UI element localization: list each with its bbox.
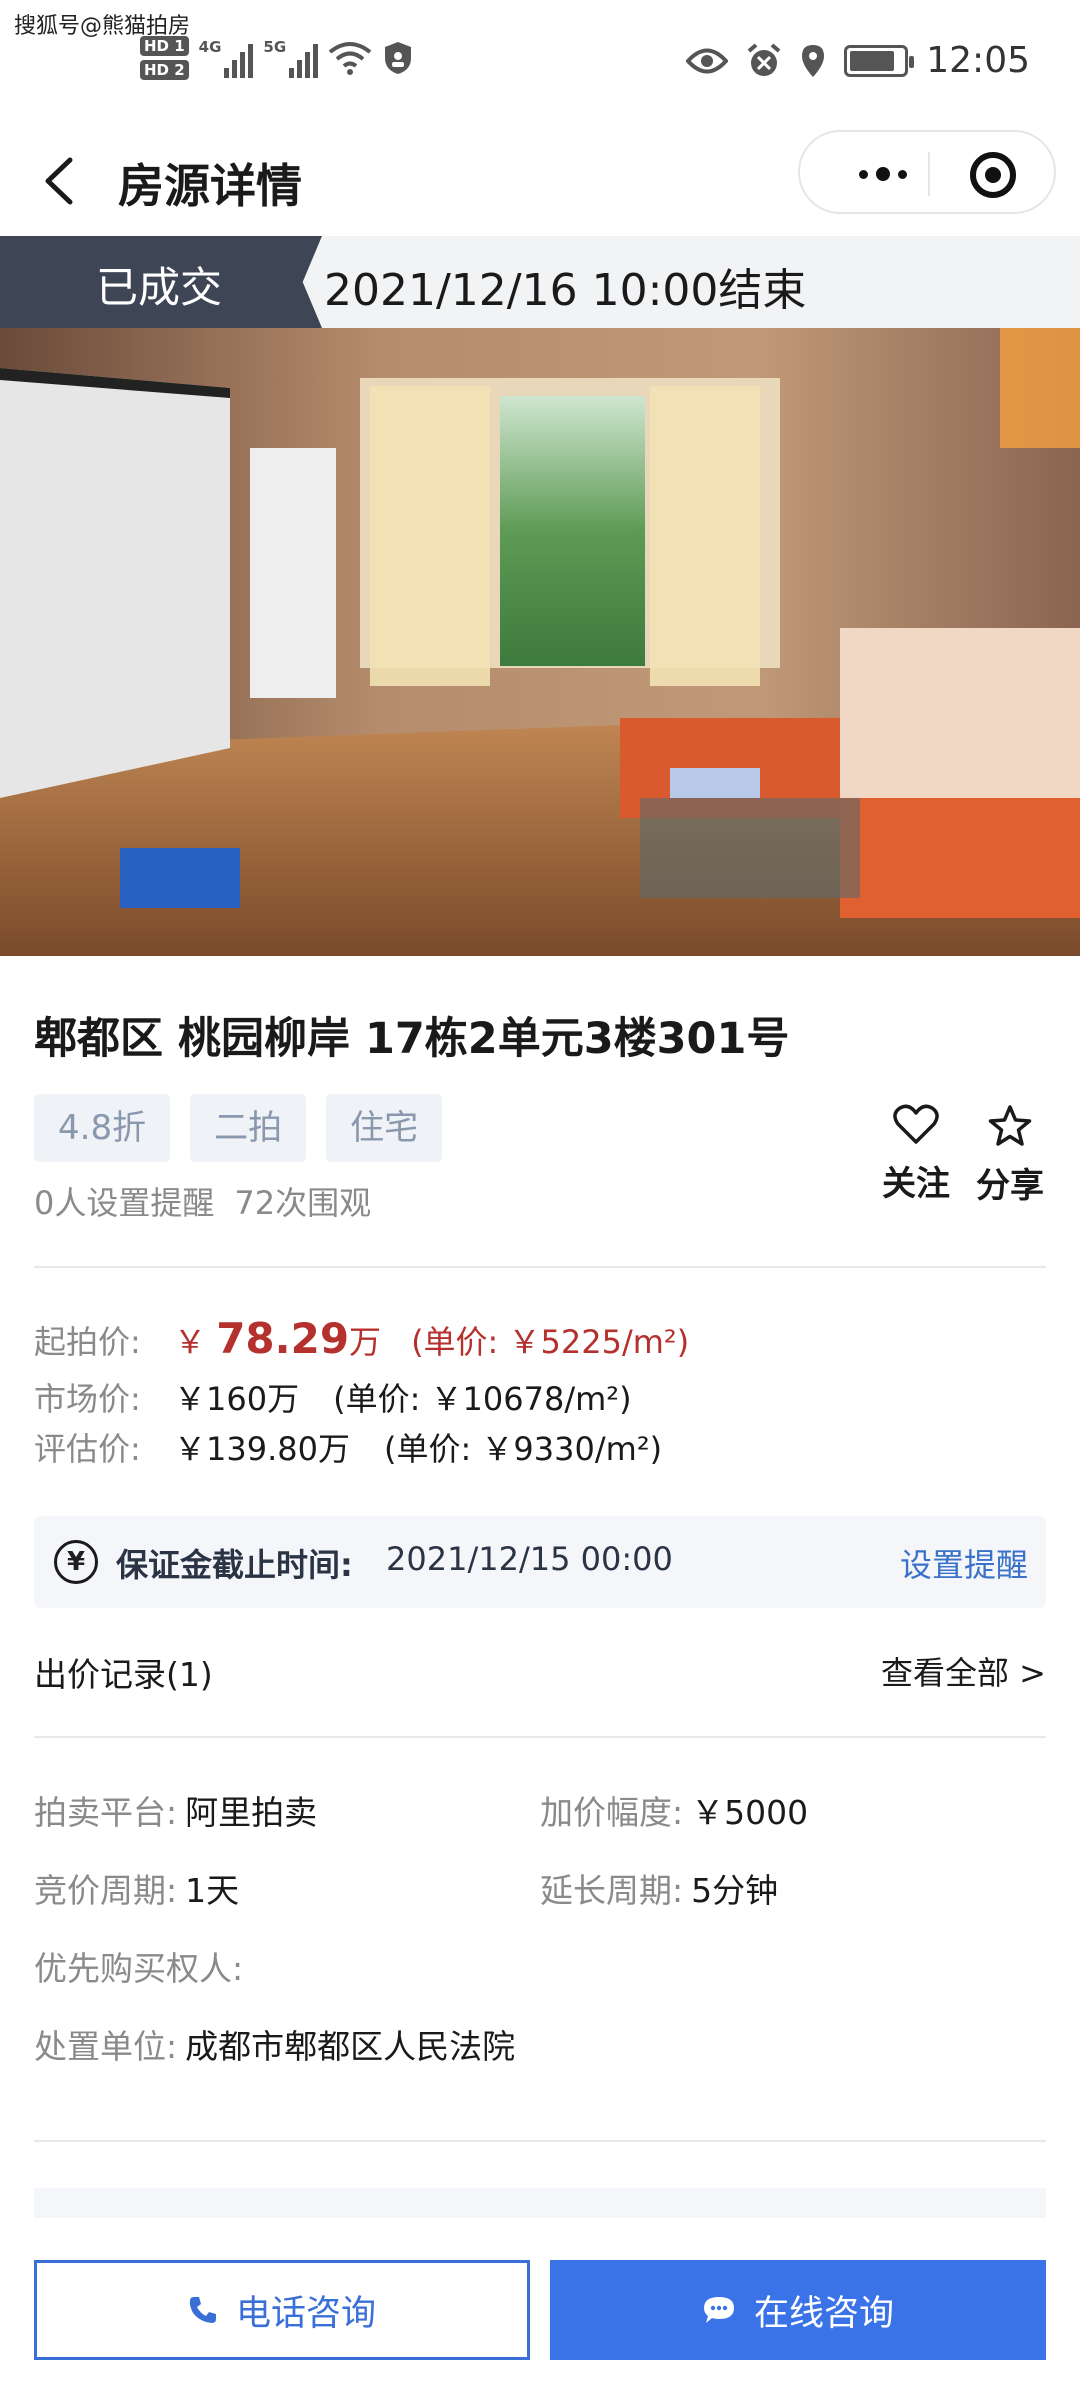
share-label: 分享 [976,1166,1044,1206]
start-price-value: ￥ 78.29万 [174,1314,382,1363]
view-count: 72次围观 [234,1184,372,1222]
auction-round-tag: 二拍 [190,1094,307,1162]
room-illustration [0,328,1080,956]
eval-unit-price: (单价: ￥9330/m²) [383,1430,663,1468]
next-section-peek [34,2188,1046,2218]
heart-icon [893,1104,939,1144]
market-price-value: ￥160万 [174,1380,300,1418]
reminder-count: 0人设置提醒 [34,1184,215,1222]
chat-bubble-icon [703,2297,734,2323]
disposal-unit-label: 处置单位: [34,2027,178,2066]
wifi-icon [328,42,372,75]
market-price-label: 市场价: [34,1380,141,1418]
auction-end-time: 2021/12/16 10:00结束 [324,265,807,316]
extend-cycle-value: 5分钟 [691,1871,779,1910]
hd1-badge: HD 1 [140,36,189,56]
property-photo[interactable] [0,328,1080,956]
eval-price-value: ￥139.80万 [174,1430,350,1468]
divider [34,1736,1046,1738]
listing-title: 郫都区 桃园柳岸 17栋2单元3楼301号 [34,1014,790,1064]
disposal-unit-value: 成都市郫都区人民法院 [185,2027,516,2066]
navigation-bar: 房源详情 [0,130,1080,235]
bid-increment: 加价幅度: ￥5000 [540,1786,808,1834]
alarm-icon [747,42,781,76]
online-consult-button[interactable]: 在线咨询 [550,2260,1046,2360]
close-target-icon[interactable] [970,152,1016,198]
phone-consult-label: 电话咨询 [235,2293,376,2334]
start-price-row: 起拍价: ￥ 78.29万 (单价: ￥5225/m²) [34,1314,689,1363]
auction-platform: 拍卖平台: 阿里拍卖 [34,1786,317,1834]
listing-stats: 0人设置提醒 72次围观 [34,1178,371,1224]
battery-icon [844,44,915,77]
online-consult-label: 在线咨询 [753,2293,894,2334]
listing-tags: 4.8折 二拍 住宅 [34,1094,443,1162]
deposit-deadline-card: ¥ 保证金截止时间: 2021/12/15 00:00 设置提醒 [34,1516,1046,1608]
follow-button[interactable]: 关注 [876,1104,956,1205]
market-price-row: 市场价: ￥160万 (单价: ￥10678/m²) [34,1374,632,1420]
bid-increment-label: 加价幅度: [540,1793,684,1832]
bid-cycle-label: 竞价周期: [34,1871,178,1910]
signal-indicators: HD 1 HD 2 4G 5G [140,36,414,80]
priority-buyer: 优先购买权人: [34,1942,243,1990]
signal-5g-icon: 5G [263,38,319,78]
yen-circle-icon: ¥ [54,1540,98,1584]
auction-status-banner: 已成交 2021/12/16 10:00结束 [0,236,1080,328]
phone-icon [189,2297,216,2323]
phone-consult-button[interactable]: 电话咨询 [34,2260,530,2360]
deposit-time: 2021/12/15 00:00 [386,1540,673,1578]
clock: 12:05 [926,40,1030,81]
hd2-badge: HD 2 [140,60,189,80]
set-reminder-link[interactable]: 设置提醒 [900,1540,1028,1586]
deal-status-label: 已成交 [96,263,223,312]
mini-program-capsule [798,130,1056,214]
star-icon [988,1105,1032,1146]
capsule-divider [928,152,930,196]
deposit-label: 保证金截止时间: [116,1546,353,1584]
view-all-bids-link[interactable]: 查看全部 > [881,1648,1046,1694]
market-unit-price: (单价: ￥10678/m²) [333,1380,632,1418]
disposal-unit: 处置单位: 成都市郫都区人民法院 [34,2020,515,2068]
share-button[interactable]: 分享 [970,1104,1050,1207]
extend-cycle: 延长周期: 5分钟 [540,1864,778,1912]
deal-status-tag: 已成交 [0,236,322,328]
auction-platform-value: 阿里拍卖 [185,1793,318,1832]
bid-increment-value: ￥5000 [691,1793,809,1832]
signal-4g-icon: 4G [199,38,254,78]
property-type-tag: 住宅 [326,1094,443,1162]
bid-cycle-value: 1天 [185,1871,240,1910]
shield-icon [385,42,412,74]
priority-buyer-label: 优先购买权人: [34,1949,244,1988]
location-icon [802,44,825,77]
discount-tag: 4.8折 [34,1094,171,1162]
eval-price-row: 评估价: ￥139.80万 (单价: ￥9330/m²) [34,1424,662,1470]
status-bar: 搜狐号@熊猫拍房 HD 1 HD 2 4G 5G 12:05 [0,0,1080,130]
back-arrow-icon[interactable] [40,156,80,206]
auction-platform-label: 拍卖平台: [34,1793,178,1832]
divider [34,2140,1046,2142]
bid-cycle: 竞价周期: 1天 [34,1864,239,1912]
eye-icon [686,48,729,73]
more-options-icon[interactable] [838,154,928,194]
follow-label: 关注 [882,1164,950,1204]
eval-price-label: 评估价: [34,1430,141,1468]
start-unit-price: (单价: ￥5225/m²) [411,1323,690,1361]
bid-record-title: 出价记录(1) [34,1655,213,1694]
page-title: 房源详情 [118,159,302,213]
divider [34,1266,1046,1268]
extend-cycle-label: 延长周期: [540,1871,684,1910]
start-price-label: 起拍价: [34,1323,141,1361]
